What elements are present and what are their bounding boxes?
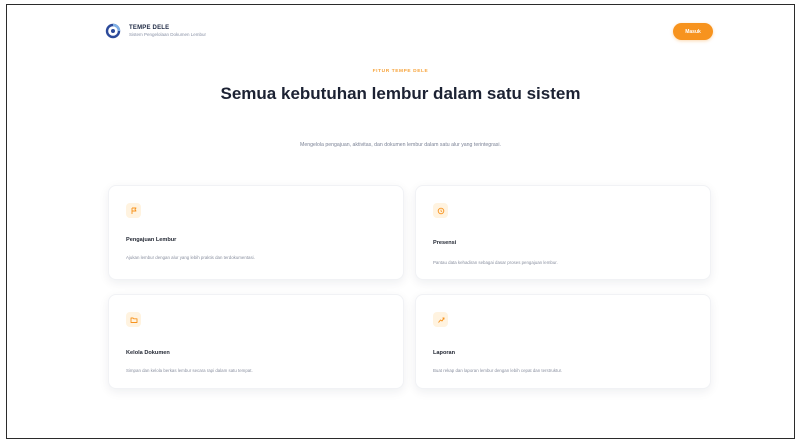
hero-subtitle: Mengelola pengajuan, aktivitas, dan doku… — [300, 142, 501, 148]
brand[interactable]: TEMPE DELE Sistem Pengelolaan Dokumen Le… — [105, 23, 206, 39]
feature-card-laporan[interactable]: Laporan Buat rekap dan laporan lembur de… — [415, 294, 711, 389]
page-frame: TEMPE DELE Sistem Pengelolaan Dokumen Le… — [6, 4, 795, 439]
brand-subtitle: Sistem Pengelolaan Dokumen Lembur — [129, 31, 207, 37]
chart-icon — [433, 312, 448, 327]
logo-icon — [105, 23, 121, 39]
feature-card-pengajuan-lembur[interactable]: Pengajuan Lembur Ajukan lembur dengan al… — [108, 185, 404, 280]
clock-icon — [433, 203, 448, 218]
feature-description: Buat rekap dan laporan lembur dengan leb… — [433, 368, 563, 373]
flag-icon — [126, 203, 141, 218]
feature-title: Laporan — [433, 350, 456, 356]
feature-card-presensi[interactable]: Presensi Pantau data kehadiran sebagai d… — [415, 185, 711, 280]
brand-name: TEMPE DELE — [129, 24, 170, 31]
section-eyebrow: FITUR TEMPE DELE — [372, 69, 429, 74]
login-button[interactable]: Masuk — [673, 23, 713, 40]
feature-card-kelola-dokumen[interactable]: Kelola Dokumen Simpan dan kelola berkas … — [108, 294, 404, 389]
feature-description: Pantau data kehadiran sebagai dasar pros… — [433, 260, 558, 265]
feature-description: Ajukan lembur dengan alur yang lebih pra… — [126, 255, 255, 260]
feature-title: Pengajuan Lembur — [126, 237, 177, 243]
feature-title: Kelola Dokumen — [126, 350, 170, 356]
folder-icon — [126, 312, 141, 327]
feature-description: Simpan dan kelola berkas lembur secara r… — [126, 368, 253, 373]
feature-title: Presensi — [433, 240, 457, 246]
hero-title: Semua kebutuhan lembur dalam satu sistem — [220, 84, 581, 103]
